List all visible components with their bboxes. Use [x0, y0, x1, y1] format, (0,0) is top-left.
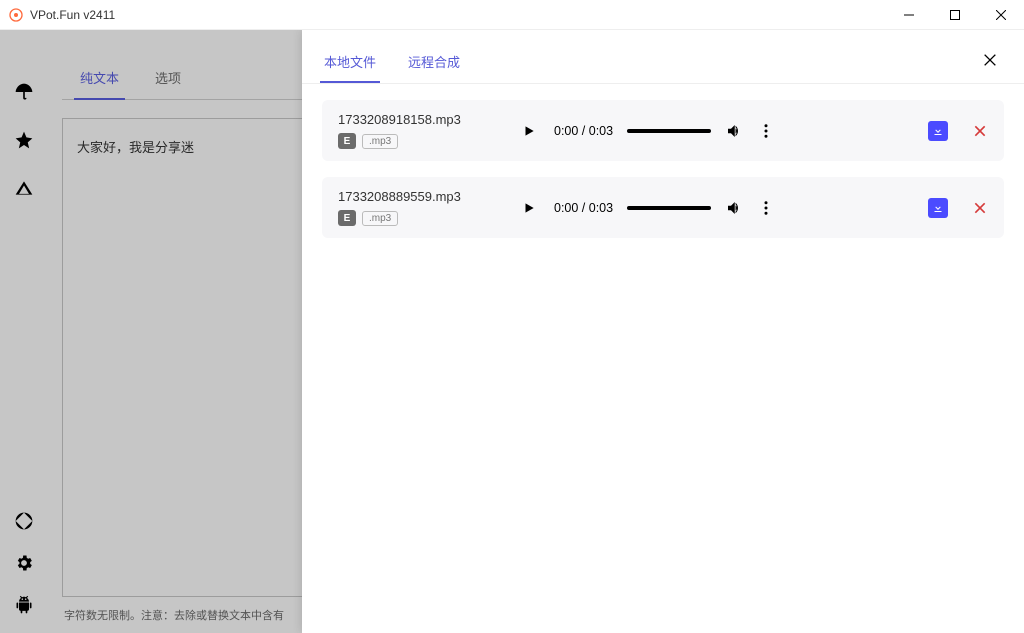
file-row: 1733208889559.mp3 E .mp3 0:00 / 0:03 [322, 177, 1004, 238]
time-display: 0:00 / 0:03 [554, 201, 613, 215]
delete-button[interactable] [972, 200, 988, 216]
close-icon[interactable] [976, 46, 1004, 79]
file-row: 1733208918158.mp3 E .mp3 0:00 / 0:03 [322, 100, 1004, 161]
download-button[interactable] [928, 121, 948, 141]
kebab-icon[interactable] [757, 122, 775, 140]
maximize-button[interactable] [932, 0, 978, 30]
play-icon[interactable] [522, 124, 536, 138]
app-icon [8, 7, 24, 23]
tab-remote-synth[interactable]: 远程合成 [406, 42, 462, 83]
delete-button[interactable] [972, 123, 988, 139]
download-button[interactable] [928, 198, 948, 218]
close-button[interactable] [978, 0, 1024, 30]
kebab-icon[interactable] [757, 199, 775, 217]
audio-player: 0:00 / 0:03 [522, 122, 886, 140]
minimize-button[interactable] [886, 0, 932, 30]
files-panel: 本地文件 远程合成 1733208918158.mp3 E .mp3 [302, 30, 1024, 633]
file-name: 1733208889559.mp3 [338, 189, 508, 204]
tab-local-files[interactable]: 本地文件 [322, 42, 378, 83]
badge-ext: .mp3 [362, 211, 398, 226]
audio-player: 0:00 / 0:03 [522, 199, 886, 217]
titlebar: VPot.Fun v2411 [0, 0, 1024, 30]
volume-icon[interactable] [725, 199, 743, 217]
time-display: 0:00 / 0:03 [554, 124, 613, 138]
badge-e: E [338, 210, 356, 226]
play-icon[interactable] [522, 201, 536, 215]
badge-ext: .mp3 [362, 134, 398, 149]
volume-icon[interactable] [725, 122, 743, 140]
progress-bar[interactable] [627, 206, 711, 210]
file-name: 1733208918158.mp3 [338, 112, 508, 127]
badge-e: E [338, 133, 356, 149]
window-title: VPot.Fun v2411 [30, 8, 115, 22]
progress-bar[interactable] [627, 129, 711, 133]
